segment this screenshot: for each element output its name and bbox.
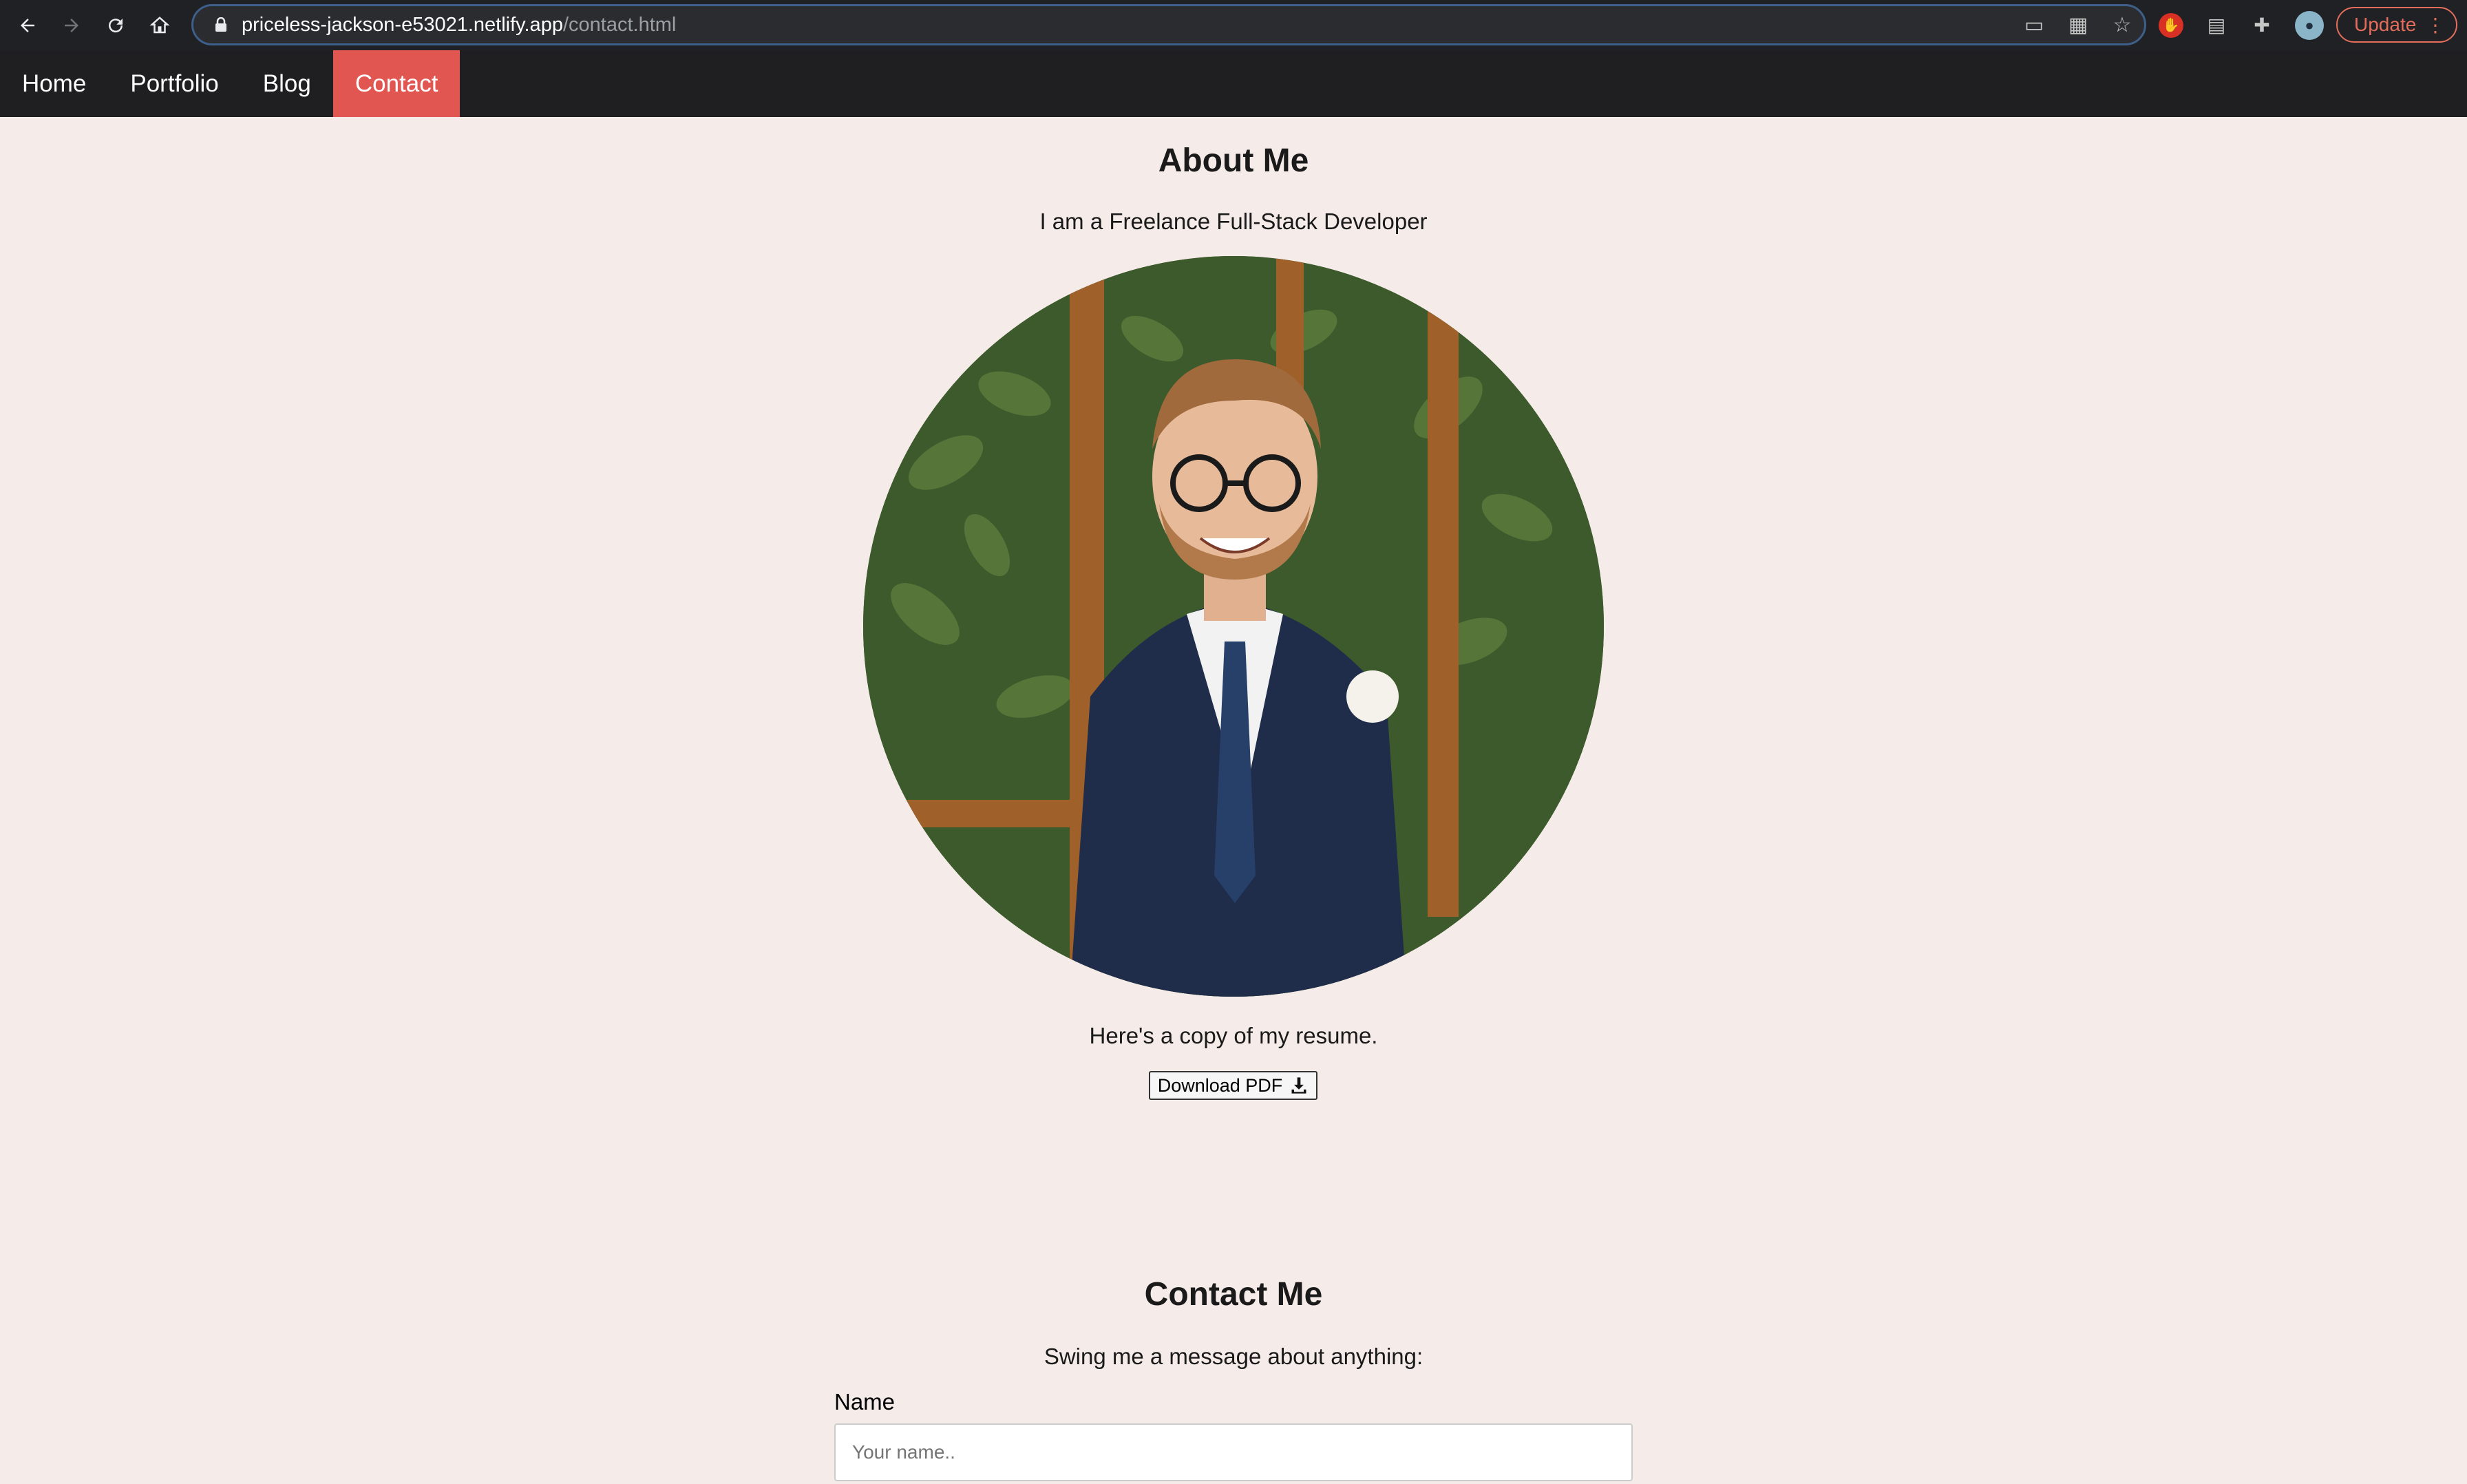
nav-contact[interactable]: Contact (332, 50, 460, 117)
profile-icon[interactable]: ● (2295, 10, 2324, 40)
update-label: Update (2354, 14, 2417, 35)
url-host: priceless-jackson-e53021.netlify.app (242, 13, 563, 36)
kebab-menu-icon[interactable]: ⋮ (2426, 14, 2445, 36)
qr-icon[interactable]: ▦ (2066, 13, 2090, 37)
contact-section: Contact Me (0, 1275, 2467, 1313)
name-label: Name (834, 1389, 896, 1414)
lock-icon[interactable] (200, 17, 242, 32)
contact-title: Contact Me (1144, 1276, 1323, 1313)
adblock-icon[interactable]: ✋ (2159, 12, 2183, 38)
nav-blog[interactable]: Blog (241, 50, 333, 117)
url-path: /contact.html (562, 13, 677, 36)
download-pdf-label: Download PDF (1157, 1074, 1283, 1096)
forward-icon[interactable] (50, 0, 94, 50)
media-icon[interactable]: ▤ (2204, 13, 2229, 38)
update-button[interactable]: Update ⋮ (2336, 7, 2457, 43)
back-icon[interactable] (6, 0, 50, 50)
about-title: About Me (1158, 142, 1309, 179)
site-navbar: Home Portfolio Blog Contact (0, 50, 2467, 117)
about-tagline: I am a Freelance Full-Stack Developer (1039, 209, 1428, 234)
home-icon[interactable] (138, 0, 182, 50)
contact-subtitle: Swing me a message about anything: (1044, 1344, 1423, 1369)
about-section: About Me (0, 142, 2467, 180)
download-pdf-button[interactable]: Download PDF (1149, 1071, 1317, 1100)
reload-icon[interactable] (94, 0, 138, 50)
nav-home[interactable]: Home (0, 50, 108, 117)
star-icon[interactable]: ☆ (2110, 13, 2135, 37)
cast-icon[interactable]: ▭ (2022, 13, 2046, 37)
browser-toolbar: priceless-jackson-e53021.netlify.app/con… (0, 0, 2467, 50)
profile-photo (863, 256, 1604, 997)
download-icon (1291, 1077, 1306, 1094)
resume-text: Here's a copy of my resume. (1089, 1023, 1378, 1048)
nav-portfolio[interactable]: Portfolio (108, 50, 240, 117)
extensions-icon[interactable]: ✚ (2249, 13, 2274, 38)
address-bar[interactable]: priceless-jackson-e53021.netlify.app/con… (191, 4, 2146, 45)
name-input[interactable] (834, 1423, 1633, 1481)
